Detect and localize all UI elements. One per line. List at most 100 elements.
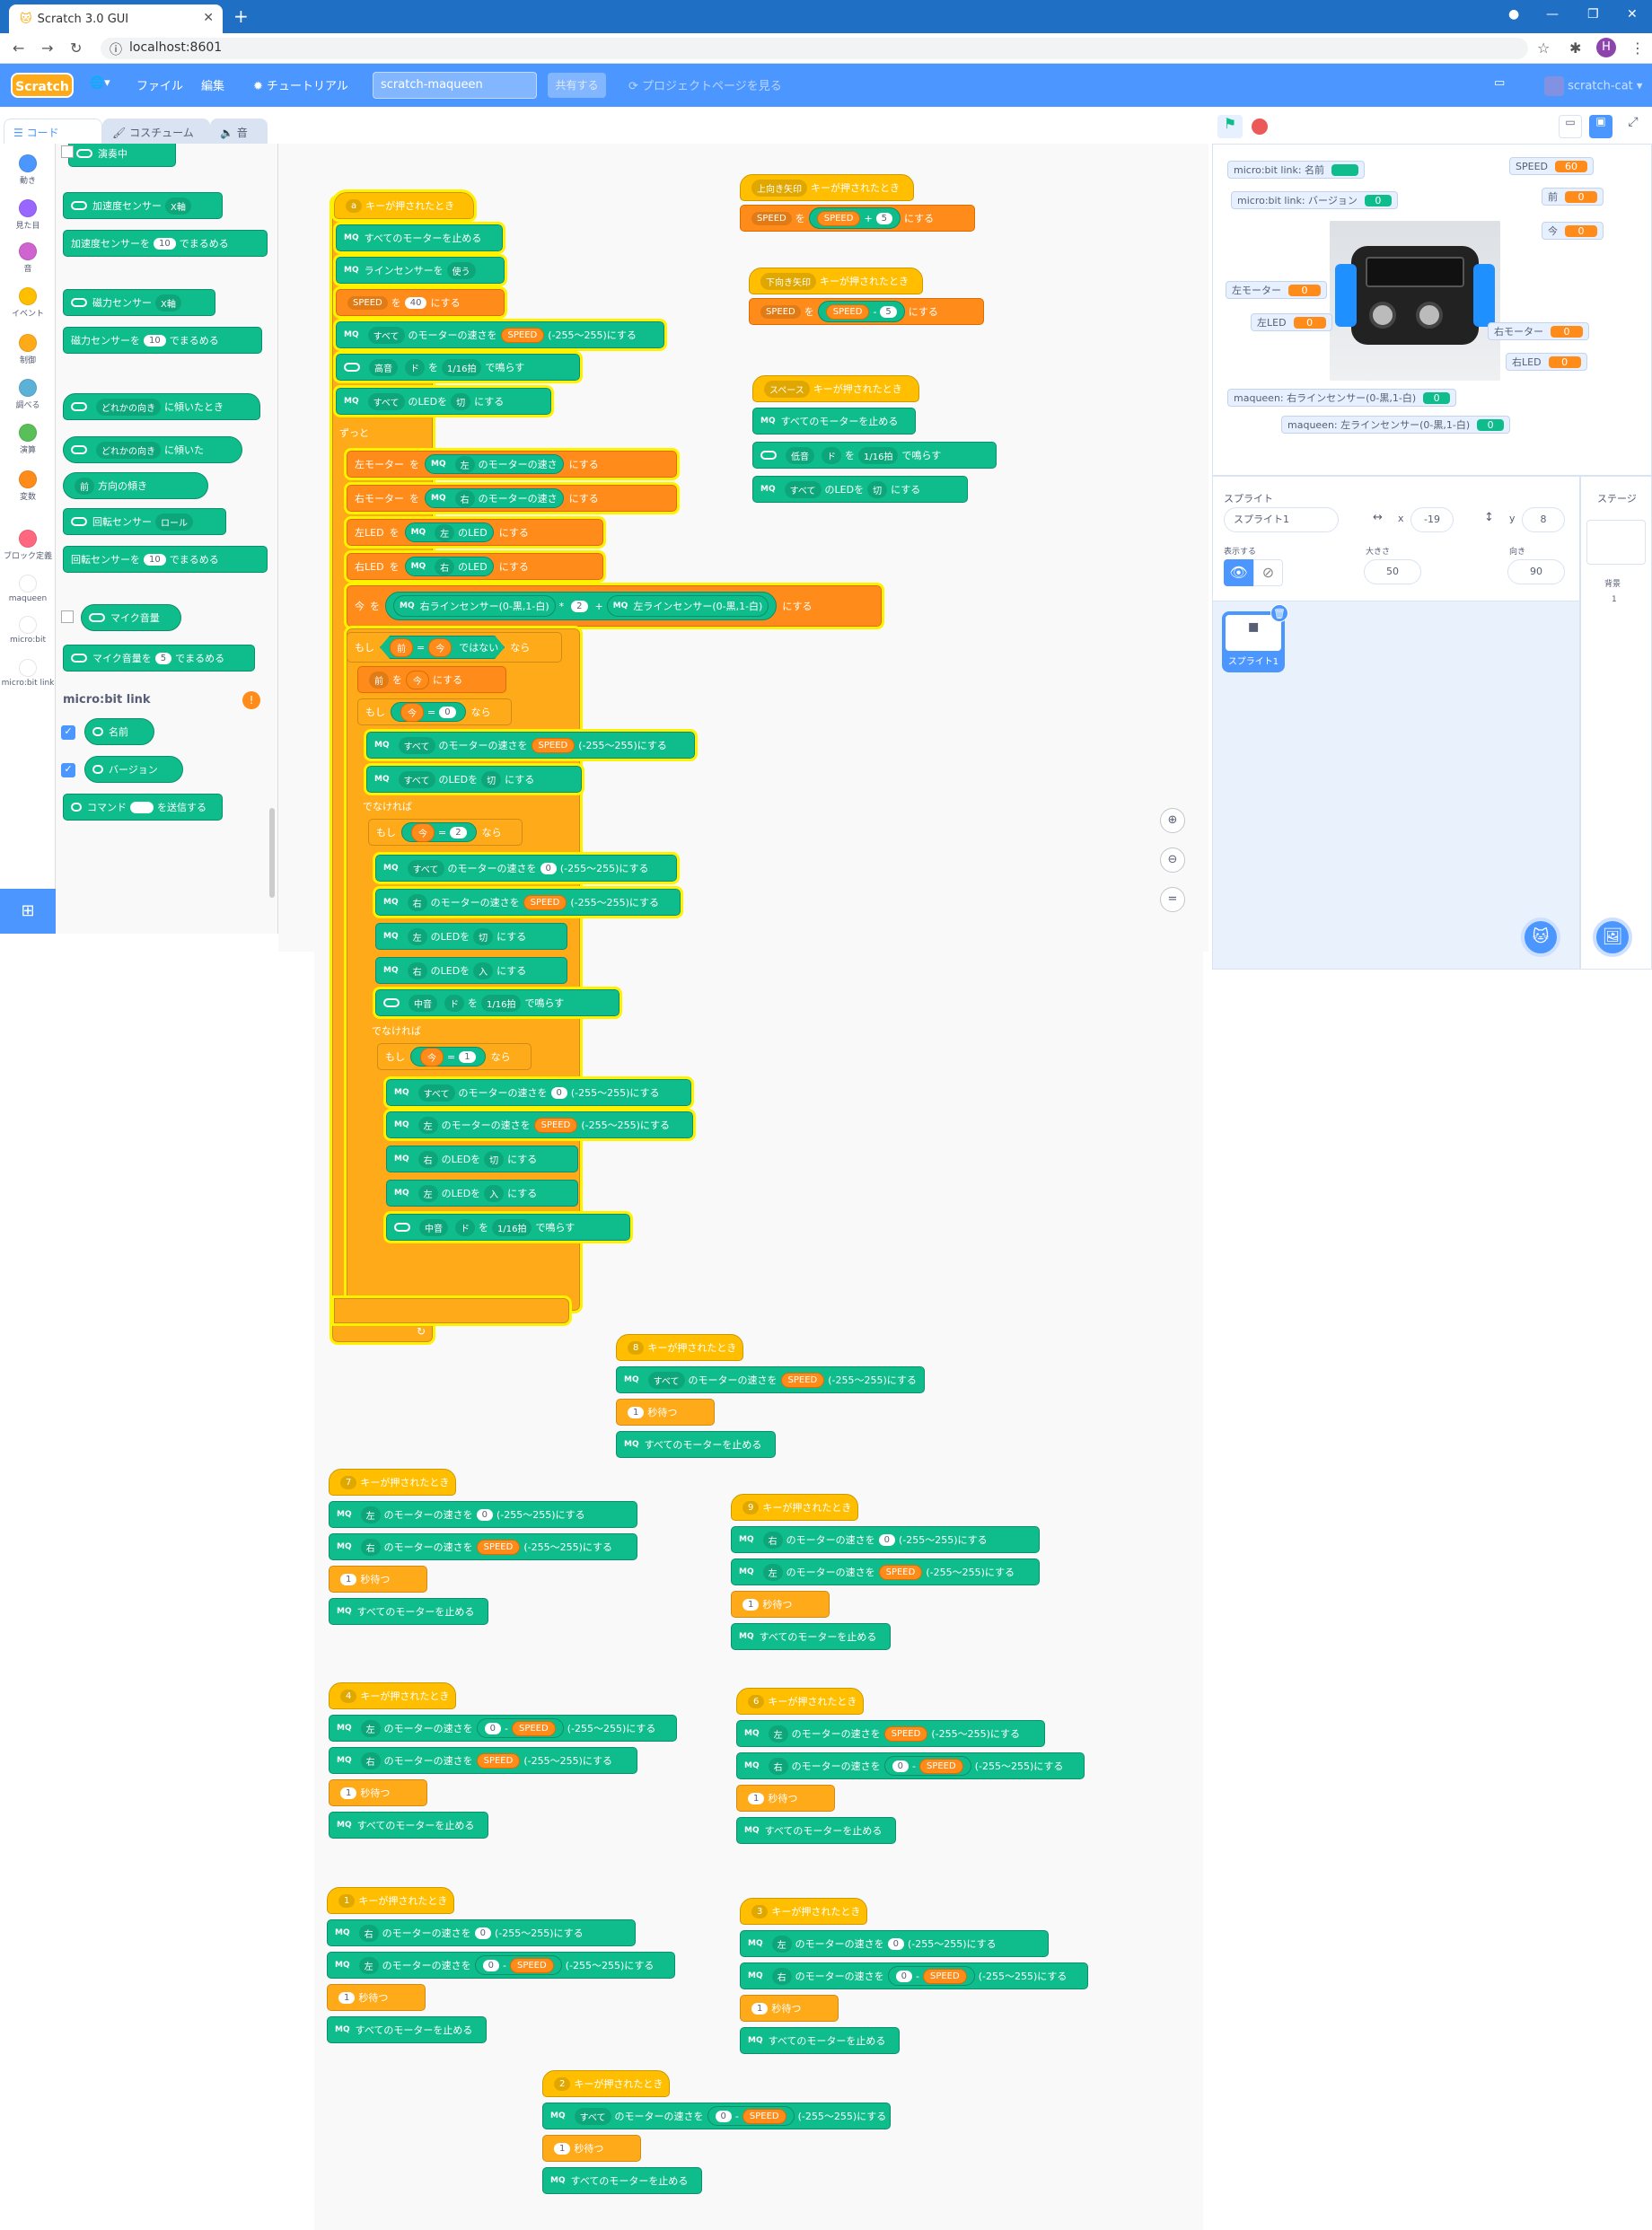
key-2-line1[interactable]: MQ 右のモーターの速さを 0 (-255〜255)にする	[731, 1526, 1040, 1553]
set-speed-block[interactable]: SPEED を 40 にする	[333, 286, 507, 319]
palette-block-accel[interactable]: 加速度センサー X軸	[63, 192, 223, 219]
set-all-led-block[interactable]: MQ すべて のLEDを切にする	[333, 385, 554, 417]
stage-selector[interactable]: ステージ 背景 1	[1580, 476, 1652, 970]
palette-block-version[interactable]: バージョン	[84, 756, 183, 783]
warning-icon[interactable]: !	[242, 691, 260, 709]
share-button[interactable]: 共有する	[548, 73, 606, 98]
stage[interactable]: micro:bit link: 名前 micro:bit link: バージョン…	[1212, 144, 1652, 476]
key-0-hat[interactable]: 8 キーが押されたとき	[616, 1334, 743, 1361]
key-0-line1[interactable]: MQ すべて のモーターの速さを SPEED (-255〜255)にする	[616, 1366, 925, 1393]
key-7-stop[interactable]: MQ すべてのモーターを止める	[542, 2167, 702, 2194]
key-1-stop[interactable]: MQ すべてのモーターを止める	[329, 1598, 488, 1625]
key-1-line2[interactable]: MQ 右のモーターの速さを SPEED (-255〜255)にする	[329, 1533, 637, 1560]
minimize-icon[interactable]: —	[1546, 7, 1559, 22]
key-1-line1[interactable]: MQ 左のモーターの速さを 0 (-255〜255)にする	[329, 1501, 637, 1528]
palette-block-send-command[interactable]: コマンド を送信する	[63, 794, 223, 821]
maximize-icon[interactable]: ❐	[1587, 7, 1599, 22]
set-right-motor-speed[interactable]: MQ 右のモーターの速さを SPEED (-255〜255)にする	[373, 886, 683, 918]
tab-costume[interactable]: 🖌 コスチューム	[102, 119, 210, 145]
space-led-off[interactable]: MQ すべて のLEDを切にする	[752, 476, 968, 503]
key-2-stop[interactable]: MQ すべてのモーターを止める	[731, 1623, 891, 1650]
fullscreen-icon[interactable]: ⤢	[1621, 115, 1645, 138]
increase-speed-block[interactable]: SPEED を SPEED +5 にする	[740, 205, 975, 232]
maqueen-robot-sprite[interactable]	[1330, 221, 1500, 381]
key-4-stop[interactable]: MQ すべてのモーターを止める	[736, 1817, 896, 1844]
palette-block-mag-round[interactable]: 磁力センサーを 10 でまるめる	[63, 327, 262, 354]
main-script-hat[interactable]: a キーが押されたとき	[331, 189, 477, 222]
forward-icon[interactable]: →	[41, 40, 53, 57]
key-6-hat[interactable]: 3 キーが押されたとき	[740, 1898, 867, 1925]
decrease-speed-block[interactable]: SPEED を SPEED -5 にする	[749, 298, 984, 325]
play-mid-tone-2[interactable]: 中音ドを 1/16拍 で鳴らす	[383, 1211, 633, 1243]
key-6-line1[interactable]: MQ 左のモーターの速さを 0 (-255〜255)にする	[740, 1930, 1049, 1957]
category-6[interactable]: 演算	[0, 424, 56, 455]
palette-scrollbar[interactable]	[269, 808, 275, 898]
set-all-motor-speed-0b[interactable]: MQ すべて のモーターの速さを 0 (-255〜255)にする	[383, 1076, 694, 1109]
key-3-stop[interactable]: MQ すべてのモーターを止める	[329, 1812, 488, 1839]
browser-menu-icon[interactable]: ⋮	[1630, 40, 1645, 57]
space-stop-motors[interactable]: MQ すべてのモーターを止める	[752, 408, 916, 435]
url-input[interactable]: ⓘ localhost:8601	[101, 38, 1528, 59]
key-6-line2[interactable]: MQ 右のモーターの速さを 0- SPEED (-255〜255)にする	[740, 1962, 1088, 1989]
browser-tab[interactable]: 🐱 Scratch 3.0 GUI ✕	[9, 4, 223, 33]
key-0-stop[interactable]: MQ すべてのモーターを止める	[616, 1431, 776, 1458]
key-6-wait[interactable]: 1 秒待つ	[740, 1995, 839, 2022]
palette-block-mag[interactable]: 磁力センサー X軸	[63, 289, 215, 316]
new-tab-icon[interactable]: +	[233, 5, 249, 27]
up-arrow-hat[interactable]: 上向き矢印 キーが押されたとき	[740, 174, 914, 201]
show-eye-icon[interactable]: 👁	[1224, 559, 1253, 586]
choose-backdrop-button[interactable]: 🖼	[1593, 917, 1632, 957]
down-arrow-hat[interactable]: 下向き矢印 キーが押されたとき	[749, 268, 923, 294]
set-right-led-on[interactable]: MQ 右のLEDを入にする	[375, 957, 567, 984]
category-2[interactable]: 音	[0, 242, 56, 274]
key-7-hat[interactable]: 2 キーが押されたとき	[542, 2070, 670, 2097]
back-icon[interactable]: ←	[13, 40, 24, 57]
key-2-line2[interactable]: MQ 左のモーターの速さを SPEED (-255〜255)にする	[731, 1558, 1040, 1585]
palette-block-rotation-round[interactable]: 回転センサーを 10 でまるめる	[63, 546, 268, 573]
play-tone-block[interactable]: 高音ドを 1/16拍 で鳴らす	[333, 351, 583, 383]
key-7-line1[interactable]: MQ すべて のモーターの速さを 0- SPEED (-255〜255)にする	[542, 2103, 891, 2129]
account-menu[interactable]: scratch-cat ▾	[1544, 76, 1642, 96]
checkbox-mic[interactable]	[61, 610, 74, 623]
close-window-icon[interactable]: ✕	[1627, 7, 1638, 22]
palette-block-tilt-hat[interactable]: どれかの向き に傾いたとき	[63, 393, 260, 420]
sprite-name-input[interactable]: スプライト1	[1224, 507, 1339, 532]
profile-down-icon[interactable]: ●	[1508, 7, 1519, 22]
scratch-logo[interactable]: Scratch	[11, 73, 74, 98]
set-left-led-var[interactable]: 左LED を MQ 左のLED にする	[344, 516, 606, 549]
add-extension-button[interactable]: ⊞	[0, 889, 56, 934]
if-now-eq-0[interactable]: もし今 = 0 なら	[357, 698, 512, 725]
palette-block-rotation[interactable]: 回転センサー ロール	[63, 508, 226, 535]
normal-stage-icon[interactable]: ▣	[1589, 115, 1612, 138]
set-all-led-2[interactable]: MQ すべて のLEDを切にする	[364, 763, 584, 795]
set-front-to-now[interactable]: 前を今にする	[357, 666, 506, 693]
small-stage-icon[interactable]: ▭	[1559, 115, 1582, 138]
direction-input[interactable]: 90	[1507, 559, 1565, 584]
language-globe-icon[interactable]: 🌐▾	[90, 76, 110, 90]
key-5-wait[interactable]: 1 秒待つ	[327, 1984, 426, 2011]
category-7[interactable]: 変数	[0, 470, 56, 502]
zoom-out-icon[interactable]: ⊖	[1160, 847, 1185, 873]
space-hat[interactable]: スペース キーが押されたとき	[752, 375, 919, 402]
category-5[interactable]: 調べる	[0, 379, 56, 410]
if-front-neq-now[interactable]: もし前 = 今ではない なら	[347, 632, 562, 663]
palette-block-tilted[interactable]: どれかの向き に傾いた	[63, 436, 242, 463]
if-now-eq-2[interactable]: もし今 = 2 なら	[368, 819, 523, 846]
key-3-line1[interactable]: MQ 左のモーターの速さを 0- SPEED (-255〜255)にする	[329, 1715, 677, 1742]
key-2-hat[interactable]: 9 キーが押されたとき	[731, 1494, 858, 1521]
profile-avatar[interactable]: H	[1596, 38, 1616, 57]
stage-thumbnail[interactable]	[1586, 520, 1646, 565]
key-6-stop[interactable]: MQ すべてのモーターを止める	[740, 2027, 900, 2054]
key-4-hat[interactable]: 6 キーが押されたとき	[736, 1688, 864, 1715]
key-1-hat[interactable]: 7 キーが押されたとき	[329, 1469, 456, 1496]
category-9[interactable]: maqueen	[0, 575, 56, 603]
key-4-wait[interactable]: 1 秒待つ	[736, 1785, 835, 1812]
zoom-reset-icon[interactable]: =	[1160, 887, 1185, 912]
key-4-line1[interactable]: MQ 左のモーターの速さを SPEED (-255〜255)にする	[736, 1720, 1045, 1747]
stop-sign-icon[interactable]	[1252, 119, 1268, 135]
tab-code[interactable]: ☰ コード	[4, 119, 102, 145]
key-3-wait[interactable]: 1 秒待つ	[329, 1779, 427, 1806]
key-3-hat[interactable]: 4 キーが押されたとき	[329, 1682, 456, 1709]
palette-block-mic[interactable]: マイク音量	[81, 604, 181, 631]
key-4-line2[interactable]: MQ 右のモーターの速さを 0- SPEED (-255〜255)にする	[736, 1752, 1085, 1779]
